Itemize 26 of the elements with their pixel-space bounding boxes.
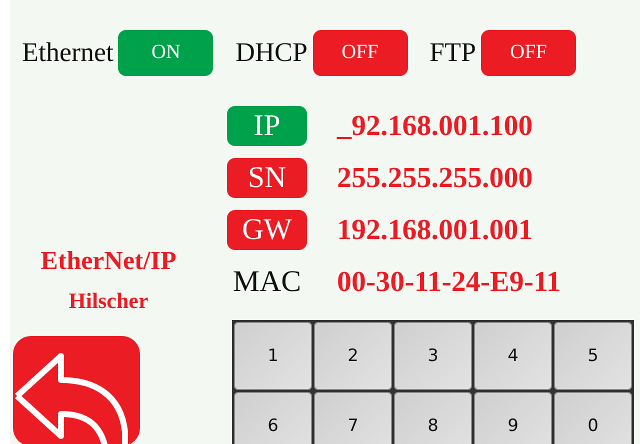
keypad-key[interactable]: 0	[554, 392, 632, 444]
field-value: _92.168.001.100	[337, 110, 533, 142]
field-label: IP	[227, 106, 307, 146]
toggle-label: FTP	[430, 37, 476, 68]
toggle-button[interactable]: OFF	[312, 30, 408, 76]
keypad-key[interactable]: 7	[314, 392, 392, 444]
keypad-key[interactable]: 6	[234, 392, 312, 444]
field-value: 192.168.001.001	[337, 214, 533, 246]
keypad-key[interactable]: 2	[314, 322, 392, 390]
field-value: 00-30-11-24-E9-11	[337, 266, 561, 298]
vendor-name: Hilscher	[68, 288, 148, 314]
keypad-key[interactable]: 1	[234, 322, 312, 390]
toggle-label: Ethernet	[22, 37, 114, 68]
keypad-key[interactable]: 3	[394, 322, 472, 390]
keypad-key[interactable]: 4	[474, 322, 552, 390]
keypad-key[interactable]: 5	[554, 322, 632, 390]
keypad-key[interactable]: 8	[394, 392, 472, 444]
keypad-key[interactable]: 9	[474, 392, 552, 444]
toggle-button[interactable]: OFF	[481, 30, 576, 76]
protocol-name: EtherNet/IP	[40, 246, 176, 276]
field-label: MAC	[232, 265, 302, 299]
field-label: GW	[227, 210, 307, 250]
field-label: SN	[227, 158, 307, 198]
back-button[interactable]	[13, 336, 140, 444]
toggle-label: DHCP	[235, 37, 308, 68]
field-value: 255.255.255.000	[337, 162, 533, 194]
